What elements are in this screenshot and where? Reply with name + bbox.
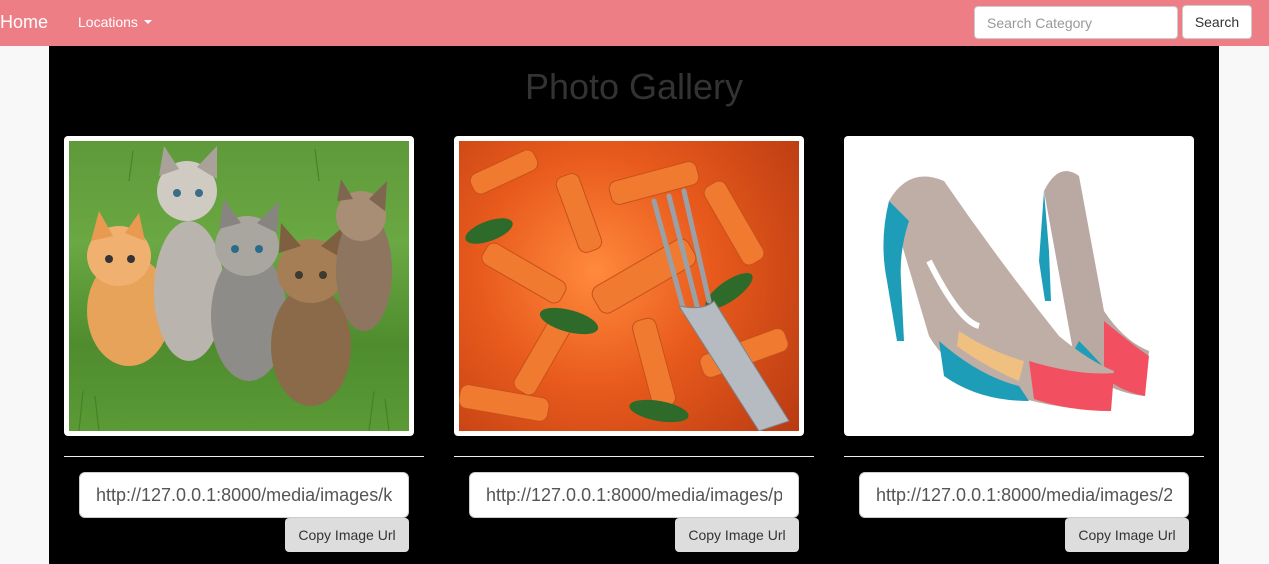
copy-image-url-button[interactable]: Copy Image Url xyxy=(1065,518,1189,552)
search-input[interactable] xyxy=(974,6,1178,39)
caret-down-icon xyxy=(143,20,152,24)
copy-image-url-button[interactable]: Copy Image Url xyxy=(285,518,409,552)
divider xyxy=(844,456,1204,457)
divider xyxy=(64,456,424,457)
locations-label: Locations xyxy=(78,14,138,30)
kittens-photo xyxy=(69,141,409,431)
gallery-container: Photo Gallery http://127.0.0.1:8000/medi… xyxy=(49,46,1219,564)
divider xyxy=(454,456,814,457)
image-url-field[interactable] xyxy=(469,472,799,518)
shoes-photo xyxy=(849,141,1189,431)
image-thumbnail[interactable] xyxy=(454,136,804,436)
pasta-photo xyxy=(459,141,799,431)
navbar: Home Locations Search xyxy=(0,0,1269,46)
image-url-field[interactable] xyxy=(859,472,1189,518)
image-thumbnail[interactable] xyxy=(844,136,1194,436)
copy-image-url-button[interactable]: Copy Image Url xyxy=(675,518,799,552)
image-thumbnail[interactable] xyxy=(64,136,414,436)
locations-dropdown[interactable]: Locations xyxy=(78,14,152,30)
image-url-field[interactable] xyxy=(79,472,409,518)
home-link[interactable]: Home xyxy=(0,12,48,33)
page-title: Photo Gallery xyxy=(524,66,744,107)
search-button[interactable]: Search xyxy=(1182,5,1252,39)
